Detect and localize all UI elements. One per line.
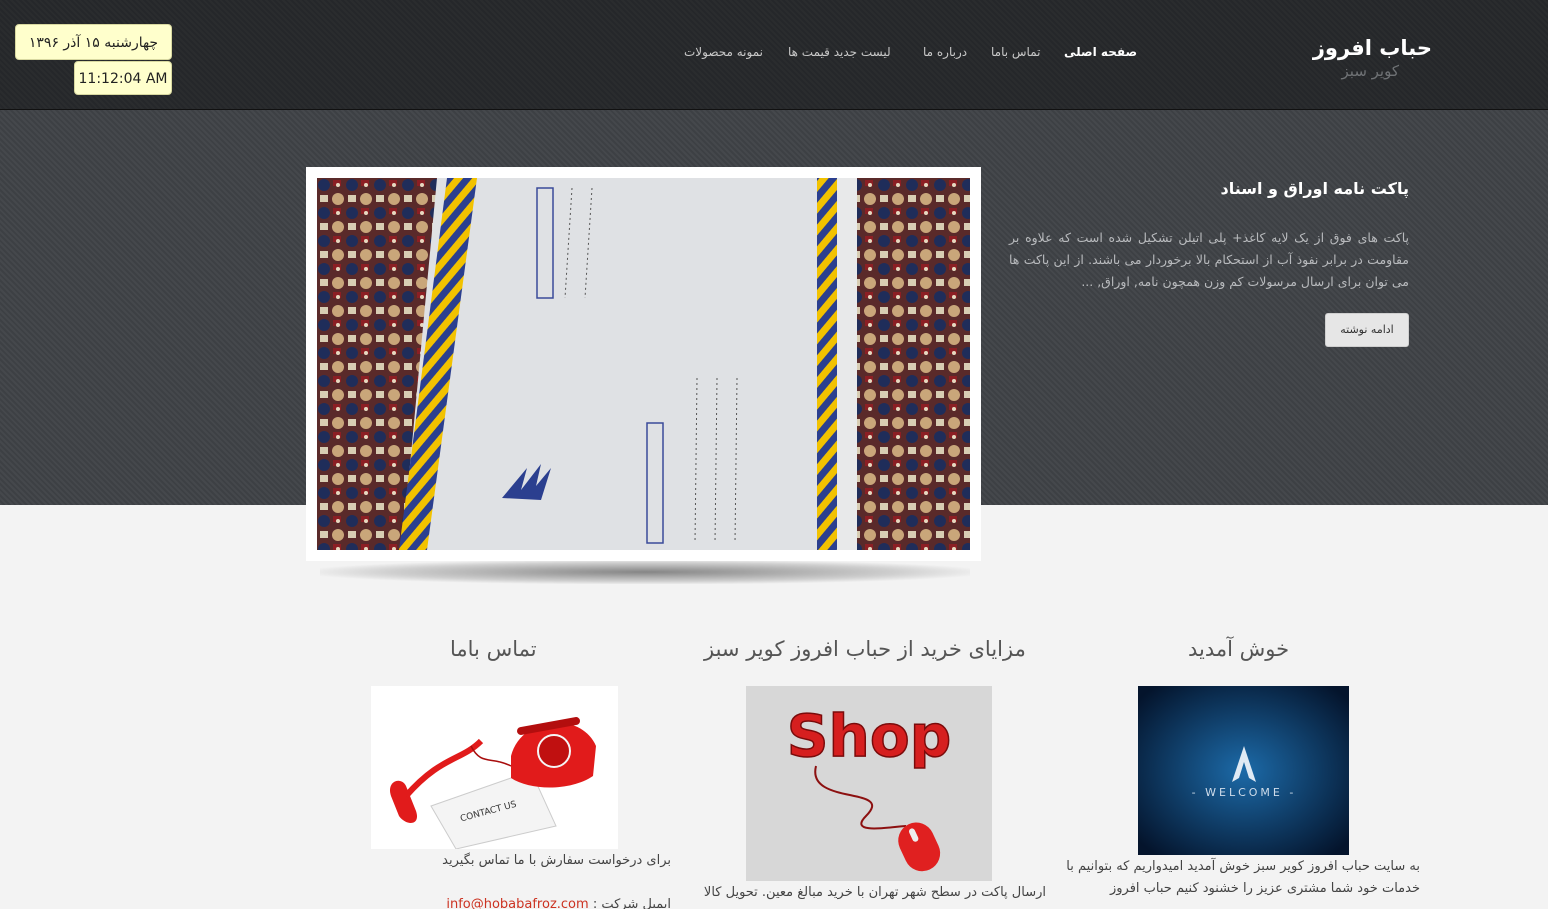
hero-image-frame[interactable]: [306, 167, 981, 561]
nav-home[interactable]: صفحه اصلی: [1064, 45, 1137, 59]
time-widget: 11:12:04 AM: [74, 61, 172, 95]
brand[interactable]: حباب افروز کویر سبز: [1313, 36, 1432, 80]
nav-about[interactable]: درباره ما: [923, 45, 967, 59]
welcome-graphic: - WELCOME -: [1138, 686, 1349, 855]
telephone-graphic: CONTACT US: [389, 717, 596, 850]
shop-image-text: Shop: [787, 702, 951, 770]
hero-text: پاکت های فوق از یک لایه کاغذ+ پلی اتیلن …: [1009, 230, 1409, 289]
email-label: ایمیل شرکت :: [592, 897, 671, 909]
contact-title: تماس باما: [450, 637, 537, 661]
brand-subtitle: کویر سبز: [1341, 62, 1399, 80]
site-header: حباب افروز کویر سبز صفحه اصلی تماس باما …: [0, 0, 1548, 110]
benefits-title: مزایای خرید از حباب افروز کویر سبز: [704, 637, 1026, 661]
contact-text: برای درخواست سفارش با ما تماس بگیرید: [442, 853, 671, 868]
welcome-image[interactable]: - WELCOME -: [1138, 686, 1349, 855]
shop-image[interactable]: Shop: [746, 686, 992, 881]
welcome-image-text: - WELCOME -: [1192, 786, 1297, 799]
benefits-text: ارسال پاکت در سطح شهر تهران با خرید مبال…: [703, 885, 1046, 900]
contact-image[interactable]: CONTACT US: [371, 686, 618, 850]
hero-title: پاکت نامه اوراق و اسناد: [1220, 179, 1409, 198]
read-more-button[interactable]: ادامه نوشته: [1325, 313, 1409, 347]
date-widget: چهارشنبه ۱۵ آذر ۱۳۹۶: [15, 24, 172, 60]
nav-price-list[interactable]: لیست جدید قیمت ها: [788, 45, 891, 59]
main-nav: صفحه اصلی تماس باما درباره ما لیست جدید …: [680, 45, 1137, 61]
brand-title[interactable]: حباب افروز: [1313, 36, 1432, 60]
email-link[interactable]: info@hobabafroz.com: [446, 897, 588, 909]
envelope-photo: [317, 178, 970, 550]
nav-products[interactable]: نمونه محصولات: [684, 45, 763, 59]
nav-contact[interactable]: تماس باما: [991, 45, 1040, 59]
welcome-text: به سایت حباب افروز کویر سبز خوش آمدید ام…: [1066, 859, 1420, 896]
welcome-title: خوش آمدید: [1188, 637, 1290, 661]
hero-image-shadow: [320, 560, 970, 584]
contact-email-line: ایمیل شرکت : info@hobabafroz.com: [400, 894, 671, 909]
shop-graphic: Shop: [786, 701, 952, 872]
